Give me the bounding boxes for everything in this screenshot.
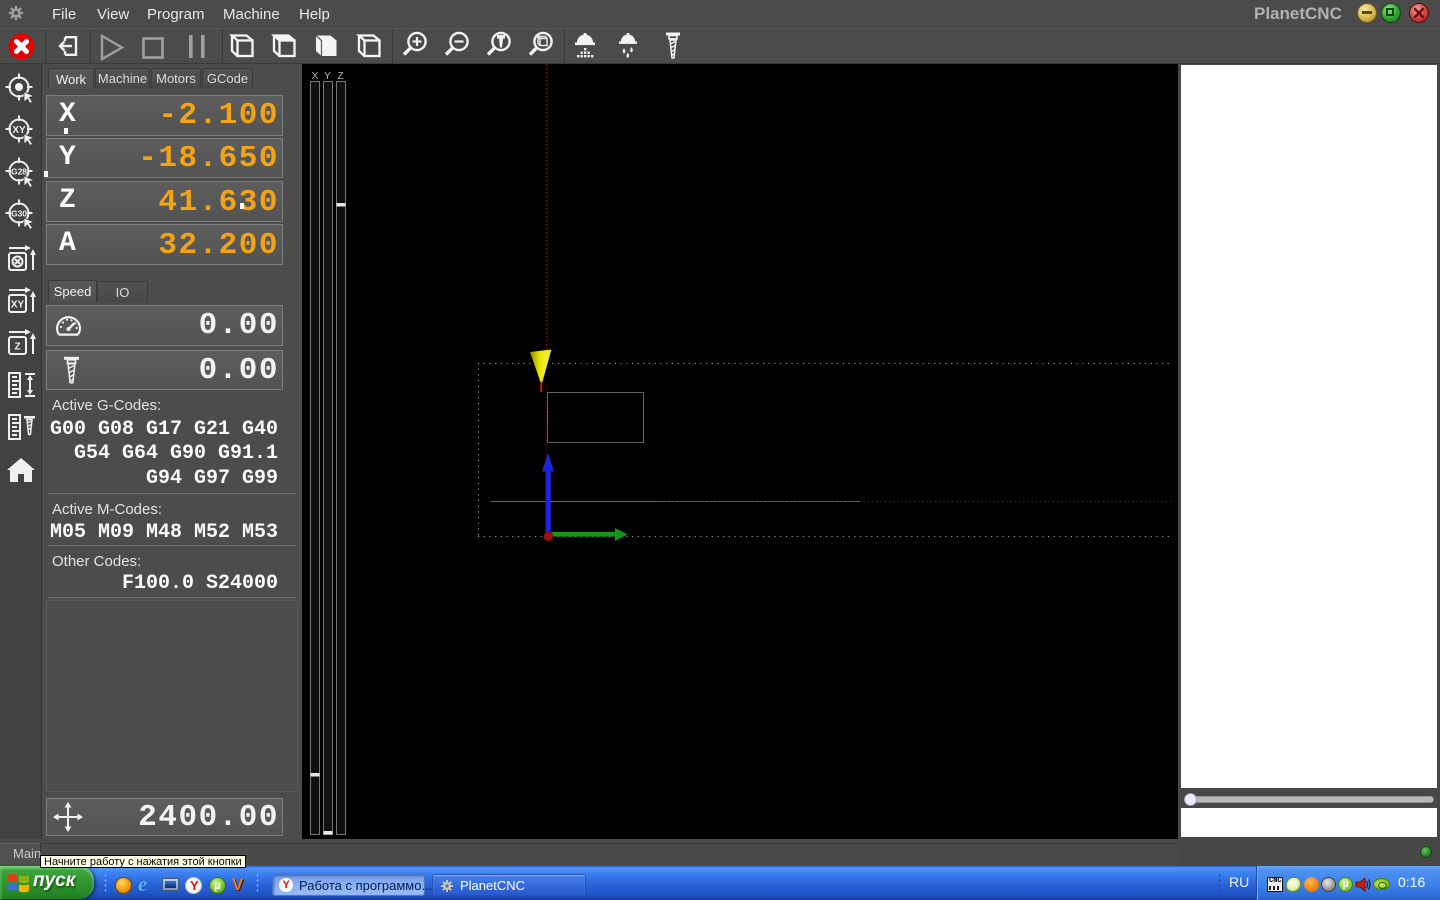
svg-text:Z: Z: [14, 342, 20, 353]
svg-text:XY: XY: [11, 300, 25, 311]
svg-text:G30: G30: [11, 209, 27, 219]
svg-text:G28: G28: [11, 167, 27, 177]
svg-text:Y: Y: [324, 71, 331, 82]
svg-text:Z: Z: [337, 71, 343, 82]
svg-text:X: X: [312, 71, 319, 82]
